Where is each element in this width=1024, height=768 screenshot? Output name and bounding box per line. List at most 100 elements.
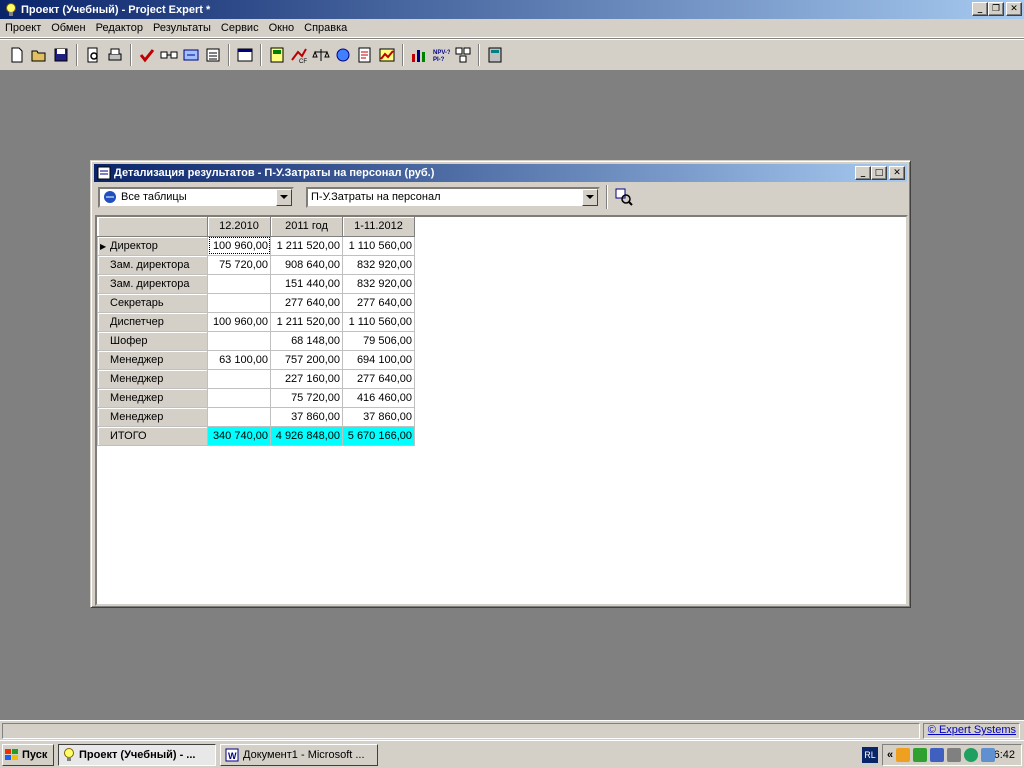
print-preview-button[interactable] <box>82 44 104 66</box>
expert-systems-link[interactable]: © Expert Systems <box>928 724 1016 736</box>
cashflow-button[interactable]: CF <box>288 44 310 66</box>
table-cell[interactable] <box>207 273 271 294</box>
exchange-button[interactable] <box>180 44 202 66</box>
row-header[interactable]: Менеджер <box>97 368 208 389</box>
table-button[interactable] <box>266 44 288 66</box>
restore-button[interactable]: ❐ <box>988 2 1004 16</box>
table-cell[interactable]: 1 211 520,00 <box>270 235 343 256</box>
task-word-document[interactable]: W Документ1 - Microsoft ... <box>220 743 378 766</box>
tray-app-icon[interactable] <box>913 748 928 762</box>
child-minimize-button[interactable]: _ <box>855 166 871 180</box>
table-cell[interactable]: 63 100,00 <box>207 349 271 370</box>
menu-project[interactable]: Проект <box>0 22 46 34</box>
chart-button[interactable] <box>376 44 398 66</box>
row-label: Секретарь <box>110 296 164 309</box>
child-maximize-button[interactable]: □ <box>871 166 887 180</box>
new-file-button[interactable] <box>6 44 28 66</box>
row-header[interactable]: Шофер <box>97 330 208 351</box>
tray-volume-icon[interactable] <box>947 748 962 762</box>
tables-combo[interactable]: Все таблицы <box>98 186 294 208</box>
report-button[interactable] <box>354 44 376 66</box>
table-cell[interactable]: 75 720,00 <box>207 254 271 275</box>
menu-results[interactable]: Результаты <box>148 22 216 34</box>
table-cell[interactable] <box>207 406 271 427</box>
minimize-button[interactable]: _ <box>972 2 988 16</box>
column-header[interactable]: 1-11.2012 <box>342 217 415 237</box>
table-cell[interactable]: 277 640,00 <box>342 292 415 313</box>
tray-security-icon[interactable] <box>964 748 979 762</box>
tray-network-icon[interactable] <box>896 748 911 762</box>
tray-display-icon[interactable] <box>981 748 996 762</box>
table-cell[interactable] <box>207 292 271 313</box>
bars-button[interactable] <box>408 44 430 66</box>
table-cell[interactable] <box>207 368 271 389</box>
menu-help[interactable]: Справка <box>299 22 352 34</box>
row-header[interactable]: Диспетчер <box>97 311 208 332</box>
globe-button[interactable] <box>332 44 354 66</box>
detail-zoom-button[interactable] <box>612 185 636 209</box>
menu-exchange[interactable]: Обмен <box>46 22 90 34</box>
table-cell[interactable]: 1 110 560,00 <box>342 235 415 256</box>
language-indicator[interactable]: RL <box>862 747 878 763</box>
table-cell[interactable]: 5 670 166,00 <box>342 425 415 446</box>
row-header[interactable]: Менеджер <box>97 406 208 427</box>
table-cell[interactable]: 694 100,00 <box>342 349 415 370</box>
table-cell[interactable]: 68 148,00 <box>270 330 343 351</box>
save-button[interactable] <box>50 44 72 66</box>
flow-button[interactable] <box>158 44 180 66</box>
calculator-button[interactable] <box>484 44 506 66</box>
row-header[interactable]: Менеджер <box>97 387 208 408</box>
report-combo-arrow[interactable] <box>582 188 598 206</box>
balance-button[interactable] <box>310 44 332 66</box>
row-header[interactable]: Зам. директора <box>97 273 208 294</box>
table-cell[interactable]: 151 440,00 <box>270 273 343 294</box>
report-combo[interactable]: П-У.Затраты на персонал <box>306 186 600 208</box>
column-header[interactable]: 2011 год <box>270 217 343 237</box>
table-row: Менеджер 63 100,00 757 200,00 694 100,00 <box>97 349 415 370</box>
row-header[interactable]: Зам. директора <box>97 254 208 275</box>
start-button[interactable]: Пуск <box>2 743 54 766</box>
row-header[interactable]: ▶ Директор <box>97 235 208 256</box>
table-cell[interactable]: 416 460,00 <box>342 387 415 408</box>
child-close-button[interactable]: ✕ <box>889 166 905 180</box>
analysis-button[interactable] <box>452 44 474 66</box>
tables-combo-arrow[interactable] <box>276 188 292 206</box>
menu-editor[interactable]: Редактор <box>91 22 148 34</box>
table-cell[interactable]: 1 211 520,00 <box>270 311 343 332</box>
tray-expand-icon[interactable]: « <box>887 749 893 761</box>
table-cell[interactable]: 100 960,00 <box>207 235 271 256</box>
column-header[interactable]: 12.2010 <box>207 217 271 237</box>
table-cell[interactable]: 4 926 848,00 <box>270 425 343 446</box>
table-cell[interactable]: 37 860,00 <box>270 406 343 427</box>
table-cell[interactable]: 79 506,00 <box>342 330 415 351</box>
table-cell[interactable] <box>207 387 271 408</box>
table-cell[interactable]: 908 640,00 <box>270 254 343 275</box>
results-grid[interactable]: 12.2010 2011 год 1-11.2012 ▶ Директор 100 … <box>95 215 908 606</box>
table-cell[interactable]: 277 640,00 <box>342 368 415 389</box>
table-cell[interactable] <box>207 330 271 351</box>
table-cell[interactable]: 100 960,00 <box>207 311 271 332</box>
table-cell[interactable]: 1 110 560,00 <box>342 311 415 332</box>
check-button[interactable] <box>136 44 158 66</box>
menu-window[interactable]: Окно <box>264 22 300 34</box>
list-button[interactable] <box>202 44 224 66</box>
print-button[interactable] <box>104 44 126 66</box>
table-cell[interactable]: 37 860,00 <box>342 406 415 427</box>
table-cell[interactable]: 340 740,00 <box>207 425 271 446</box>
table-cell[interactable]: 277 640,00 <box>270 292 343 313</box>
open-folder-button[interactable] <box>28 44 50 66</box>
close-button[interactable]: ✕ <box>1006 2 1022 16</box>
table-cell[interactable]: 227 160,00 <box>270 368 343 389</box>
table-cell[interactable]: 75 720,00 <box>270 387 343 408</box>
tray-monitor-icon[interactable] <box>930 748 945 762</box>
row-header[interactable]: ИТОГО <box>97 425 208 446</box>
row-header[interactable]: Менеджер <box>97 349 208 370</box>
task-project-expert[interactable]: Проект (Учебный) - ... <box>58 743 216 766</box>
table-cell[interactable]: 832 920,00 <box>342 273 415 294</box>
npv-button[interactable]: NPV-? PI-? <box>430 44 452 66</box>
window-button[interactable] <box>234 44 256 66</box>
menu-service[interactable]: Сервис <box>216 22 264 34</box>
table-cell[interactable]: 832 920,00 <box>342 254 415 275</box>
table-cell[interactable]: 757 200,00 <box>270 349 343 370</box>
row-header[interactable]: Секретарь <box>97 292 208 313</box>
